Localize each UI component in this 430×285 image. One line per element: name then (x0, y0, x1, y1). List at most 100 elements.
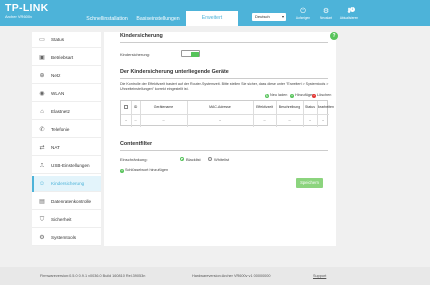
divider (120, 42, 328, 43)
sidebar-item-status[interactable]: ▭ Status (32, 32, 101, 48)
brand-name: TP-LINK (5, 2, 49, 14)
tab-quick-setup[interactable]: Schnellinstallation (82, 13, 132, 26)
top-header: TP-LINK Archer VR600v Schnellinstallatio… (0, 0, 430, 26)
security-icon: ⛉ (39, 217, 45, 223)
sidebar-item-datenratenkontrolle[interactable]: ▤ Datenratenkontrolle (32, 194, 101, 210)
blacklist-label: Blacklist (186, 157, 201, 162)
update-button[interactable]: ⬇ 1 Aktualisieren (338, 7, 360, 20)
sidebar-item-label: Datenratenkontrolle (51, 199, 92, 204)
restriction-label: Einschränkung: (120, 157, 148, 162)
table-cell: -- (124, 118, 128, 122)
delete-label: Löschen (317, 93, 332, 97)
sidebar-item-betriebsart[interactable]: ▣ Betriebsart (32, 50, 101, 66)
add-button[interactable]: + Hinzufügen (290, 93, 314, 98)
reboot-icon: ⚙ (322, 8, 330, 15)
language-select[interactable]: Deutsch ▾ (252, 13, 286, 21)
tab-basic[interactable]: Basiseinstellungen (132, 13, 184, 26)
table-cell: -- (162, 118, 165, 122)
section-title-kindersicherung: Kindersicherung (120, 33, 163, 39)
column-header: MAC-Adresse (209, 105, 231, 109)
logo: TP-LINK Archer VR600v (5, 2, 49, 20)
sidebar-item-label: Betriebsart (51, 55, 74, 60)
sidebar-item-label: USB-Einstellungen (51, 163, 90, 168)
footer: Firmwareversion:0.5.0 0.9.1 v0036.0 Buil… (0, 267, 430, 285)
reload-label: Neu laden (270, 93, 288, 97)
save-button[interactable]: Speichern (296, 178, 323, 188)
table-cell: -- (288, 118, 291, 122)
sidebar-item-label: Status (51, 37, 65, 42)
table-cell: -- (321, 118, 325, 122)
reboot-button[interactable]: ⚙ Neustart (315, 8, 337, 20)
sidebar-item-nat[interactable]: ⇄ NAT (32, 140, 101, 156)
support-link[interactable]: Support (313, 274, 326, 278)
update-badge: 1 (350, 7, 355, 12)
sidebar-item-kindersicherung[interactable]: ☺ Kindersicherung (32, 176, 101, 192)
operation-mode-icon: ▣ (39, 55, 45, 61)
add-keyword-label: Schlüsselwort hinzufügen (125, 168, 169, 172)
sidebar-item-sicherheit[interactable]: ⛉ Sicherheit (32, 212, 101, 228)
toggle-knob (190, 51, 199, 57)
column-divider (187, 101, 188, 127)
kindersicherung-toggle[interactable] (181, 50, 200, 57)
table-cell: -- (263, 118, 266, 122)
update-label: Aktualisieren (339, 16, 359, 20)
column-header: Status (305, 105, 315, 109)
sidebar-item-label: Elastnetz (51, 109, 70, 114)
sidebar-item-netz[interactable]: ⊕ Netz (32, 68, 101, 84)
update-icon: ⬇ (346, 8, 352, 15)
sidebar-item-label: Telefonie (51, 127, 70, 132)
sidebar-item-label: Sicherheit (51, 217, 72, 222)
status-icon: ▭ (39, 37, 45, 43)
delete-icon: − (312, 93, 316, 98)
logout-label: Aufzeigen (295, 16, 311, 20)
reload-button[interactable]: ↻ Neu laden (265, 93, 287, 98)
section-title-contentfilter: Contentfilter (120, 141, 153, 147)
network-icon: ⊕ (39, 73, 45, 79)
plus-icon: + (120, 168, 124, 173)
select-all-header[interactable] (121, 101, 131, 114)
nat-icon: ⇄ (39, 145, 45, 151)
bandwidth-icon: ▤ (39, 199, 45, 205)
reboot-label: Neustart (319, 16, 333, 20)
tab-advanced[interactable]: Erweitert (186, 11, 238, 26)
toggle-label: Kindersicherung: (120, 52, 151, 57)
column-divider (131, 101, 132, 127)
sidebar-item-label: Kindersicherung (51, 181, 85, 186)
whitelist-radio[interactable] (208, 157, 212, 161)
sidebar-item-telefonie[interactable]: ✆ Telefonie (32, 122, 101, 138)
whitelist-label: Whitelist (214, 157, 230, 162)
delete-button[interactable]: − Löschen (312, 93, 331, 98)
select-all-checkbox[interactable] (124, 104, 128, 109)
sidebar-item-label: NAT (51, 145, 60, 150)
phone-icon: ✆ (39, 127, 45, 133)
table-cell: -- (308, 118, 312, 122)
column-header: Bearbeiten (317, 105, 334, 109)
column-header: ID (133, 105, 138, 109)
main-panel (104, 32, 336, 246)
chevron-down-icon: ▾ (281, 14, 284, 19)
time-description: Die Kontrolle der Effektivzeit basiert a… (120, 82, 329, 91)
sidebar-item-wlan[interactable]: ◉ WLAN (32, 86, 101, 102)
column-header: Effektivzeit (256, 105, 273, 109)
column-divider (303, 101, 304, 127)
system-tools-icon: ⚙ (39, 235, 45, 241)
sidebar-item-usb[interactable]: ⎍ USB-Einstellungen (32, 158, 101, 174)
sidebar-item-label: Netz (51, 73, 61, 78)
divider (120, 150, 328, 151)
firmware-version: Firmwareversion:0.5.0 0.9.1 v0036.0 Buil… (40, 274, 146, 278)
language-value: Deutsch (255, 14, 270, 19)
logout-icon: ⏻ (300, 8, 306, 15)
column-divider (317, 101, 318, 127)
help-icon[interactable]: ? (330, 32, 338, 40)
sidebar-item-elastnetz[interactable]: ⌂ Elastnetz (32, 104, 101, 120)
blacklist-radio[interactable] (180, 157, 184, 161)
reload-icon: ↻ (265, 93, 269, 98)
add-keyword-button[interactable]: + Schlüsselwort hinzufügen (120, 168, 168, 173)
model-name: Archer VR600v (5, 14, 33, 19)
table-cell: -- (134, 118, 137, 122)
mesh-icon: ⌂ (40, 109, 44, 115)
sidebar-item-systemtools[interactable]: ⚙ Systemtools (32, 230, 101, 246)
hardware-version: Hardwareversion:Archer VR600v v1 0000000… (192, 274, 271, 278)
logout-button[interactable]: ⏻ Aufzeigen (292, 8, 314, 20)
plus-icon: + (290, 93, 294, 98)
